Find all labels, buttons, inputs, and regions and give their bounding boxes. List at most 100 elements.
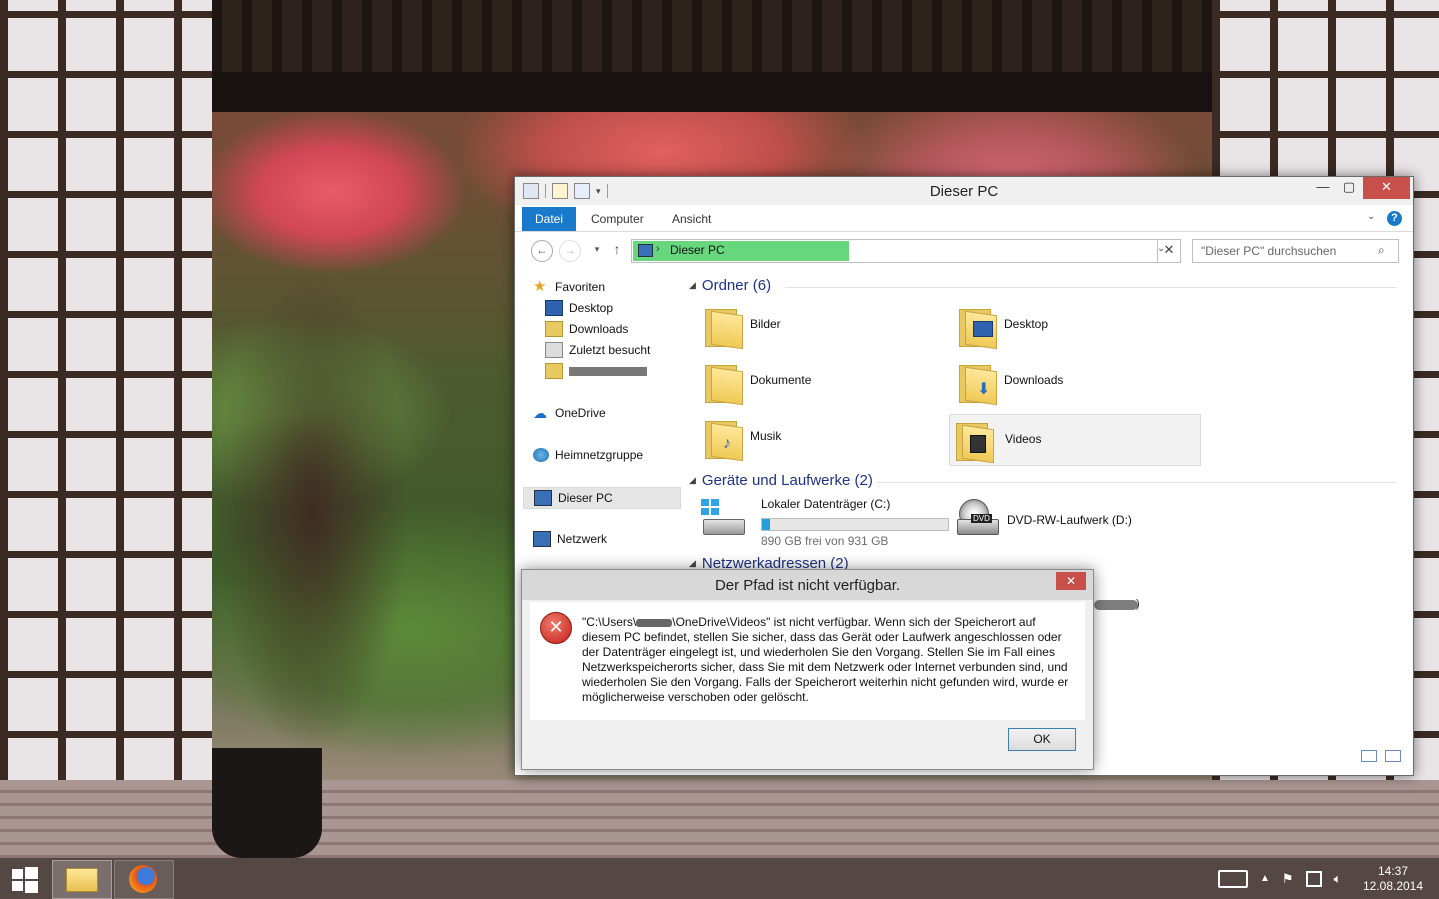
ok-button[interactable]: OK <box>1008 728 1076 751</box>
collapse-triangle-icon[interactable]: ◢ <box>689 475 696 486</box>
sidebar-item-zuletzt-besucht[interactable]: Zuletzt besucht <box>545 340 701 360</box>
tab-ansicht[interactable]: Ansicht <box>659 207 724 231</box>
folder-tile-downloads[interactable]: ⬇ Downloads <box>947 355 1197 407</box>
sidebar-item-onedrive[interactable]: ☁ OneDrive <box>533 403 689 423</box>
address-progress-highlight <box>633 241 849 261</box>
show-hidden-icons-icon[interactable]: ▲ <box>1260 873 1270 884</box>
sidebar-item-heimnetzgruppe[interactable]: Heimnetzgruppe <box>533 445 689 465</box>
onedrive-icon: ☁ <box>533 405 547 421</box>
group-header-ordner[interactable]: ◢ Ordner (6) <box>689 277 771 294</box>
window-title: Dieser PC <box>929 183 999 200</box>
large-icons-view-icon[interactable] <box>1385 750 1401 762</box>
forward-button[interactable]: → <box>559 240 581 262</box>
folder-tile-bilder[interactable]: Bilder <box>693 299 943 351</box>
back-button[interactable]: ← <box>531 240 553 262</box>
folder-label: Videos <box>1005 432 1042 446</box>
collapse-triangle-icon[interactable]: ◢ <box>689 280 696 291</box>
system-tray: ▲ ⚑ 🔈︎ <box>1218 858 1341 899</box>
network-location-paren: ) <box>1136 598 1140 610</box>
computer-icon <box>638 244 653 257</box>
file-explorer-icon <box>66 868 98 892</box>
windows-logo-icon <box>12 867 38 893</box>
music-folder-icon: ♪ <box>705 417 743 462</box>
expand-ribbon-chevron-icon[interactable]: ⌄ <box>1367 211 1375 222</box>
dialog-message: "C:\Users\ \OneDrive\Videos" ist nicht ve… <box>582 615 1076 705</box>
folder-label: Downloads <box>1004 373 1064 387</box>
action-center-flag-icon[interactable]: ⚑ <box>1282 871 1294 887</box>
taskbar-file-explorer-button[interactable] <box>52 860 112 899</box>
firefox-icon <box>129 865 157 893</box>
sidebar-item-user-folder[interactable] <box>545 361 701 381</box>
details-view-icon[interactable] <box>1361 750 1377 762</box>
tab-datei[interactable]: Datei <box>522 207 577 231</box>
dvd-badge: DVD <box>971 514 992 523</box>
network-icon[interactable] <box>1305 870 1322 887</box>
message-text: \OneDrive\Videos" ist nicht verfügbar. W… <box>582 615 1069 704</box>
stop-loading-button[interactable]: ✕ <box>1157 239 1181 263</box>
clock[interactable]: 14:37 12.08.2014 <box>1358 864 1428 894</box>
search-icon[interactable]: ⌕ <box>1378 243 1385 258</box>
drive-usage-fill <box>762 519 771 530</box>
sidebar-item-label: Desktop <box>569 301 614 315</box>
start-button[interactable] <box>0 858 50 899</box>
wallpaper-pot <box>212 748 322 858</box>
minimize-button[interactable]: — <box>1309 177 1337 199</box>
sidebar-item-favoriten[interactable]: ★ Favoriten <box>533 277 689 297</box>
keyboard-icon[interactable] <box>1218 869 1248 888</box>
user-folder-icon <box>545 363 563 379</box>
breadcrumb-arrow-icon[interactable]: › <box>656 243 660 255</box>
folder-tile-videos[interactable]: Videos <box>949 414 1201 466</box>
sidebar-item-netzwerk[interactable]: Netzwerk <box>533 529 689 549</box>
title-bar[interactable]: ▾ Dieser PC — ▢ ✕ <box>515 177 1413 205</box>
collapse-triangle-icon[interactable]: ◢ <box>689 558 696 569</box>
folder-tile-desktop[interactable]: Desktop <box>947 299 1197 351</box>
drive-free-space: 890 GB frei von 931 GB <box>761 534 889 548</box>
videos-folder-icon <box>956 419 994 464</box>
recent-locations-chevron-icon[interactable]: ▾ <box>587 240 607 260</box>
group-header-label: Ordner (6) <box>701 277 772 294</box>
maximize-button[interactable]: ▢ <box>1335 177 1363 199</box>
sidebar-item-dieser-pc[interactable]: Dieser PC <box>523 487 681 509</box>
clock-time: 14:37 <box>1377 864 1409 878</box>
group-header-label: Geräte und Laufwerke (2) <box>701 472 873 489</box>
redacted-network-location <box>1094 600 1138 610</box>
folder-label: Desktop <box>1004 317 1049 331</box>
navigation-pane: ★ Favoriten Desktop Downloads Zuletzt be… <box>523 273 681 563</box>
sidebar-item-label: Zuletzt besucht <box>569 343 651 357</box>
up-button[interactable]: ↑ <box>607 240 627 260</box>
search-input[interactable]: "Dieser PC" durchsuchen ⌕ <box>1192 239 1399 263</box>
taskbar: ▲ ⚑ 🔈︎ 14:37 12.08.2014 <box>0 858 1439 899</box>
desktop-folder-icon <box>959 305 997 350</box>
drive-tile-c[interactable]: Lokaler Datenträger (C:) 890 GB frei von… <box>693 491 955 553</box>
dialog-close-button[interactable]: ✕ <box>1056 572 1086 590</box>
breadcrumb-dieser-pc[interactable]: Dieser PC <box>670 243 725 257</box>
sidebar-item-label: Favoriten <box>555 280 606 294</box>
content-pane: ◢ Ordner (6) Bilder Desktop Dokumente ⬇ … <box>685 273 1403 572</box>
sidebar-item-desktop[interactable]: Desktop <box>545 298 701 318</box>
address-bar[interactable]: › Dieser PC ⌄ <box>631 239 1181 263</box>
navigation-bar: ← → ▾ ↑ › Dieser PC ⌄ ✕ "Dieser PC" durc… <box>515 235 1413 265</box>
dialog-title-bar[interactable]: Der Pfad ist nicht verfügbar. ✕ <box>522 570 1093 600</box>
redacted-label <box>569 366 647 376</box>
pictures-folder-icon <box>705 305 743 350</box>
redacted-username <box>636 618 673 627</box>
sidebar-item-downloads[interactable]: Downloads <box>545 319 701 339</box>
recent-places-icon <box>545 342 563 358</box>
volume-icon[interactable]: 🔈︎ <box>1334 871 1342 887</box>
taskbar-firefox-button[interactable] <box>114 860 174 899</box>
documents-folder-icon <box>705 361 743 406</box>
close-button[interactable]: ✕ <box>1363 177 1410 199</box>
tab-computer[interactable]: Computer <box>578 207 657 231</box>
group-divider <box>785 287 1397 288</box>
group-header-geraete[interactable]: ◢ Geräte und Laufwerke (2) <box>689 472 873 489</box>
drive-usage-bar <box>761 518 949 531</box>
drive-tile-d[interactable]: DVD DVD-RW-Laufwerk (D:) <box>947 491 1187 553</box>
drive-label: DVD-RW-Laufwerk (D:) <box>1007 513 1132 527</box>
folder-tile-musik[interactable]: ♪ Musik <box>693 411 943 463</box>
error-dialog: Der Pfad ist nicht verfügbar. ✕ ✕ "C:\Us… <box>521 569 1094 770</box>
help-icon[interactable]: ? <box>1387 211 1402 226</box>
view-switcher <box>1361 750 1401 762</box>
folder-tile-dokumente[interactable]: Dokumente <box>693 355 943 407</box>
wallpaper-shoji-left <box>0 0 212 858</box>
message-path-prefix: "C:\Users\ <box>582 615 637 629</box>
